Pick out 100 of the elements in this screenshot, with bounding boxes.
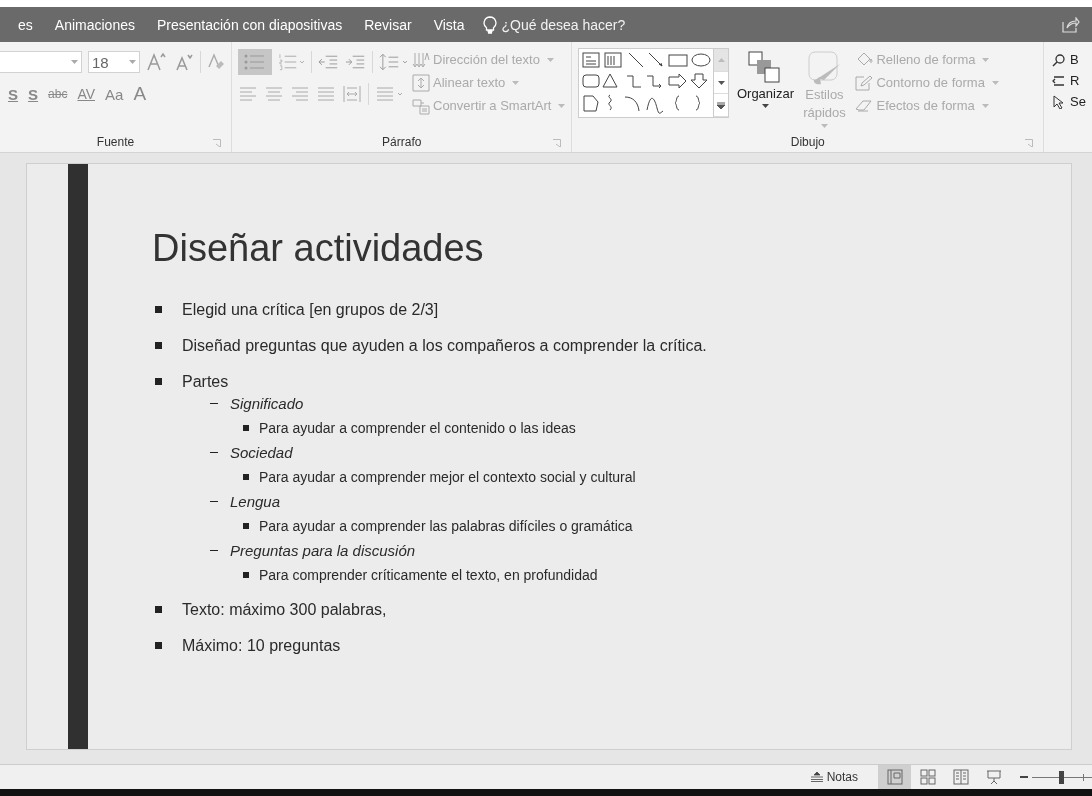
caret-icon	[129, 60, 136, 64]
normal-view-icon	[886, 769, 903, 785]
font-format-button[interactable]: S	[6, 85, 20, 103]
text-direction-icon	[412, 50, 430, 69]
dialog-launcher-icon[interactable]	[1025, 139, 1034, 147]
dash-icon	[210, 451, 218, 454]
sub-bullet-text: Para ayudar a comprender mejor el contexto social y cultural	[259, 469, 636, 486]
bullet-text: Elegid una crítica [en grupos de 2/3]	[182, 300, 439, 319]
editing-command[interactable]: Se	[1052, 94, 1086, 109]
pencil-icon	[855, 74, 874, 91]
show-view-icon	[985, 769, 1002, 785]
font-format-button[interactable]: Aa	[103, 85, 126, 103]
ribbon-tab[interactable]: Revisar	[364, 16, 412, 33]
clear-format-icon[interactable]	[207, 53, 225, 71]
font-name-field[interactable]	[0, 51, 82, 73]
distribute-icon[interactable]	[342, 85, 362, 103]
bullet-icon	[243, 425, 249, 432]
bullet-icon	[243, 474, 249, 481]
expand-icon	[717, 101, 726, 109]
ribbon-tab[interactable]: Vista	[433, 16, 465, 33]
editing-label: B	[1070, 52, 1079, 67]
editing-label: Se	[1070, 94, 1086, 109]
ribbon-tab[interactable]: Presentación con diapositivas	[156, 16, 343, 33]
paint-bucket-icon	[855, 51, 874, 68]
bullets-button[interactable]	[238, 49, 272, 75]
slide-title: Diseñar actividades	[152, 226, 485, 271]
dash-icon	[210, 402, 218, 405]
caret-icon	[982, 57, 990, 62]
dash-icon	[210, 549, 218, 552]
caret-icon	[991, 80, 999, 85]
grow-font-icon[interactable]	[146, 52, 168, 72]
bullet-icon	[155, 606, 162, 614]
bullet-icon	[155, 378, 162, 386]
editing-command[interactable]: R	[1052, 73, 1086, 88]
align-left-icon[interactable]	[238, 85, 258, 103]
numbering-icon[interactable]	[278, 52, 305, 72]
bullet-text: Partes	[182, 372, 229, 391]
sub-bullet-text: Para ayudar a comprender el contenido o las ideas	[259, 420, 576, 437]
bullet-icon	[243, 523, 249, 530]
caret-icon	[71, 60, 78, 64]
caret-icon	[981, 103, 989, 108]
font-format-button[interactable]: abc	[46, 87, 70, 101]
font-format-button[interactable]: S	[26, 85, 41, 103]
normal-view-button[interactable]	[878, 765, 911, 789]
dialog-launcher-icon[interactable]	[213, 139, 221, 147]
sub-bullet-text: Sociedad	[230, 444, 293, 462]
align-right-icon[interactable]	[290, 85, 310, 103]
align-center-icon[interactable]	[264, 85, 284, 103]
slider-thumb[interactable]	[1059, 770, 1064, 784]
caret-down-icon	[718, 80, 725, 85]
editing-command[interactable]: B	[1052, 52, 1086, 67]
sub-bullet-text: Preguntas para la discusión	[230, 542, 416, 560]
bullet-icon	[155, 642, 162, 650]
search-icon	[1052, 52, 1067, 67]
dialog-launcher-icon[interactable]	[553, 139, 562, 147]
bullet-icon	[155, 306, 162, 314]
notes-icon	[810, 772, 823, 782]
sub-bullet-text: Significado	[230, 395, 304, 413]
tell-me-field[interactable]: ¿Qué desea hacer?	[501, 16, 662, 33]
lightbulb-icon	[482, 15, 497, 34]
align-text-icon	[412, 73, 430, 92]
arrange-button[interactable]: Organizar	[737, 46, 794, 132]
bullet-text: Texto: máximo 300 palabras,	[182, 600, 387, 619]
notes-button[interactable]: Notas	[810, 770, 858, 784]
caret-icon	[821, 124, 828, 129]
font-size-field[interactable]: 18	[88, 51, 140, 73]
caret-icon	[512, 80, 520, 85]
ribbon-tab[interactable]: Animaciones	[54, 16, 135, 33]
caret-up-icon	[718, 57, 725, 62]
paintbrush-icon	[806, 50, 843, 86]
caret-icon	[762, 104, 769, 108]
editing-label: R	[1070, 73, 1080, 88]
replace-icon	[1052, 73, 1067, 88]
sub-bullet-text: Para comprender críticamente el texto, en profundidad	[259, 567, 598, 584]
sorter-view-icon	[919, 769, 936, 785]
bullet-text: Máximo: 10 preguntas	[182, 636, 341, 655]
bullet-icon	[155, 342, 162, 350]
reading-view-icon	[952, 769, 969, 785]
caret-icon	[546, 57, 554, 62]
bullet-icon	[243, 572, 249, 579]
line-spacing-icon[interactable]	[379, 52, 408, 72]
font-format-button[interactable]: A	[131, 83, 149, 105]
eraser-icon	[855, 97, 874, 114]
justify-icon[interactable]	[316, 85, 336, 103]
increase-indent-icon[interactable]	[345, 53, 367, 71]
shrink-font-icon[interactable]	[174, 52, 194, 72]
ribbon-tab[interactable]: es	[18, 16, 33, 33]
sub-bullet-text: Lengua	[230, 493, 281, 511]
group-label: Fuente	[96, 135, 135, 149]
caret-icon	[558, 103, 566, 108]
dash-icon	[210, 500, 218, 503]
font-format-button[interactable]: AV	[75, 86, 98, 102]
columns-icon[interactable]	[375, 85, 405, 103]
decrease-indent-icon[interactable]	[317, 53, 340, 71]
bullet-text: Diseñad preguntas que ayuden a los compañeros a comprender la crítica.	[182, 336, 707, 355]
group-label: Párrafo	[382, 135, 422, 149]
share-icon[interactable]	[1062, 16, 1080, 33]
group-label: Dibujo	[790, 135, 825, 149]
smartart-icon	[412, 96, 430, 115]
sub-bullet-text: Para ayudar a comprender las palabras difíciles o gramática	[259, 518, 633, 535]
